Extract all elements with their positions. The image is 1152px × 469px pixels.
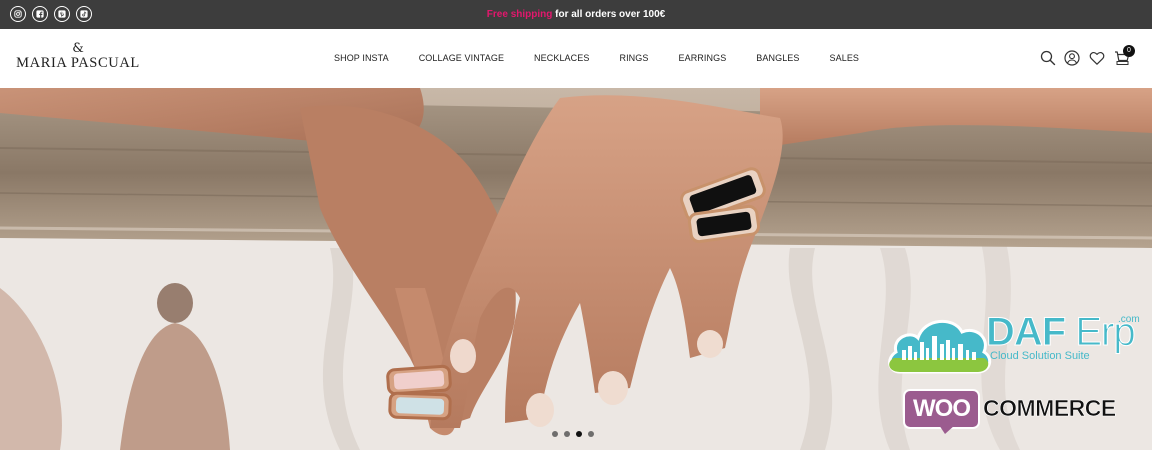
slider-dot-2[interactable] <box>564 431 570 437</box>
promo-highlight[interactable]: Free shipping <box>487 9 553 20</box>
nav-collage-vintage[interactable]: COLLAGE VINTAGE <box>419 53 504 63</box>
woo-badge: WOO <box>903 389 980 429</box>
brand-logo[interactable]: & MARIA PASCUAL <box>16 42 140 71</box>
top-bar: Free shipping for all orders over 100€ <box>0 0 1152 29</box>
main-nav: SHOP INSTA COLLAGE VINTAGE NECKLACES RIN… <box>334 53 859 63</box>
cart-count-badge: 0 <box>1123 45 1135 57</box>
header-actions: 0 <box>1039 45 1139 69</box>
daf-erp-logo: DAF Erp .com Cloud Solution Suite <box>886 312 1141 378</box>
nav-rings[interactable]: RINGS <box>619 53 648 63</box>
search-icon[interactable] <box>1039 49 1057 67</box>
promo-banner: Free shipping for all orders over 100€ <box>0 0 1152 29</box>
site-header: & MARIA PASCUAL SHOP INSTA COLLAGE VINTA… <box>0 29 1152 88</box>
cart-icon[interactable]: 0 <box>1113 45 1135 67</box>
nav-bangles[interactable]: BANGLES <box>756 53 799 63</box>
woo-badge-tail <box>939 425 955 434</box>
daf-domain: .com <box>1118 314 1140 325</box>
wishlist-heart-icon[interactable] <box>1088 49 1106 67</box>
logo-name: MARIA PASCUAL <box>16 55 140 71</box>
account-icon[interactable] <box>1063 49 1081 67</box>
daf-cloud-icon <box>888 319 992 374</box>
nav-earrings[interactable]: EARRINGS <box>678 53 726 63</box>
nav-necklaces[interactable]: NECKLACES <box>534 53 589 63</box>
logo-symbol: & <box>72 41 84 56</box>
slider-dot-3[interactable] <box>576 431 582 437</box>
promo-text: for all orders over 100€ <box>555 9 666 20</box>
slider-dot-1[interactable] <box>552 431 558 437</box>
nav-sales[interactable]: SALES <box>830 53 860 63</box>
woo-commerce-text: COMMERCE <box>983 395 1117 422</box>
slider-pagination <box>552 431 594 437</box>
woocommerce-logo: WOO COMMERCE <box>903 389 1123 434</box>
nav-shop-insta[interactable]: SHOP INSTA <box>334 53 389 63</box>
daf-brand: DAF Erp <box>985 310 1136 354</box>
slider-dot-4[interactable] <box>588 431 594 437</box>
